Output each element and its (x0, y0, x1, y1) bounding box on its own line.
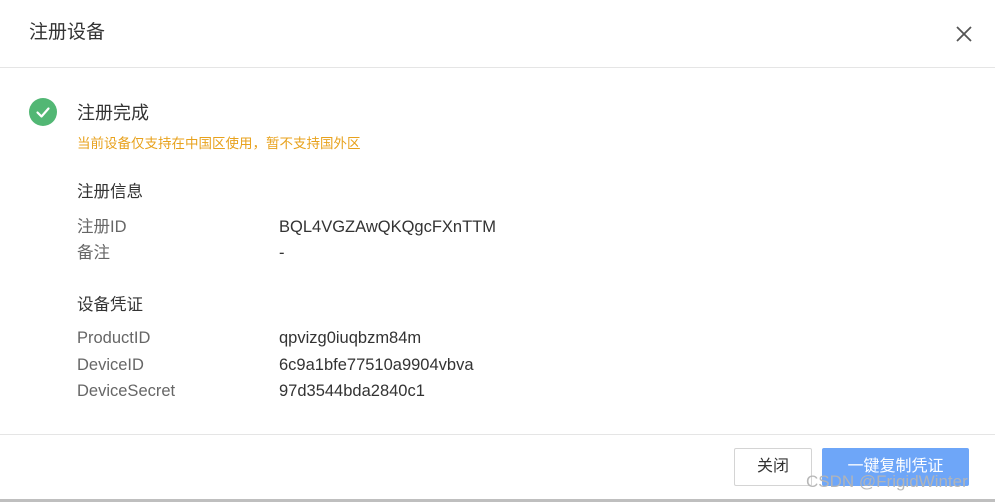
device-secret-value: 97d3544bda2840c1 (279, 382, 425, 400)
region-warning: 当前设备仅支持在中国区使用，暂不支持国外区 (77, 136, 361, 151)
remark-value: - (279, 244, 285, 262)
close-icon[interactable] (952, 22, 976, 46)
dialog-title: 注册设备 (29, 22, 106, 43)
dialog-header: 注册设备 (0, 0, 995, 68)
check-circle-icon (29, 98, 57, 126)
device-id-label: DeviceID (77, 356, 144, 374)
registration-info-title: 注册信息 (77, 183, 143, 201)
device-credentials-title: 设备凭证 (77, 296, 143, 314)
registration-id-value: BQL4VGZAwQKQgcFXnTTM (279, 218, 496, 236)
close-button[interactable]: 关闭 (734, 448, 812, 486)
remark-label: 备注 (77, 244, 110, 262)
register-device-dialog: 注册设备 注册完成 当前设备仅支持在中国区使用，暂不支持国外区 注册信息 注册I… (0, 0, 995, 500)
watermark: CSDN @FrigidWinter (806, 472, 968, 491)
product-id-value: qpvizg0iuqbzm84m (279, 329, 422, 347)
device-id-value: 6c9a1bfe77510a9904vbva (279, 356, 474, 374)
footer-divider (0, 434, 995, 435)
device-secret-label: DeviceSecret (77, 382, 176, 400)
product-id-label: ProductID (77, 329, 151, 347)
registration-id-label: 注册ID (77, 218, 127, 236)
status-title: 注册完成 (77, 103, 149, 123)
